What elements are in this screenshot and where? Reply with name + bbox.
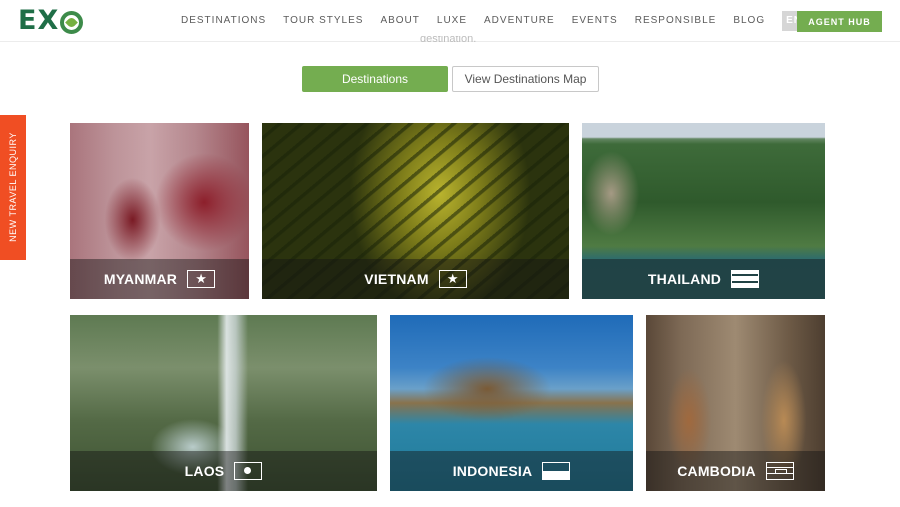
- destination-name: THAILAND: [647, 271, 722, 287]
- card-label-bar: CAMBODIA: [646, 451, 825, 491]
- destination-card-indonesia[interactable]: INDONESIA: [390, 315, 633, 491]
- destination-card-cambodia[interactable]: CAMBODIA: [646, 315, 825, 491]
- destination-name: VIETNAM: [364, 271, 429, 287]
- star-flag-icon: [187, 270, 216, 288]
- destination-card-thailand[interactable]: THAILAND: [582, 123, 825, 299]
- nav-about[interactable]: ABOUT: [380, 11, 419, 31]
- destination-card-laos[interactable]: LAOS: [70, 315, 377, 491]
- destination-card-vietnam[interactable]: VIETNAM: [262, 123, 569, 299]
- nav-events[interactable]: EVENTS: [572, 11, 618, 31]
- agent-hub-button[interactable]: AGENT HUB: [797, 11, 882, 32]
- card-label-bar: THAILAND: [582, 259, 825, 299]
- striped-flag-icon: [731, 270, 760, 288]
- star-flag-icon: [438, 270, 467, 288]
- dot-flag-icon: [234, 462, 263, 480]
- tab-destinations-map[interactable]: View Destinations Map: [452, 66, 599, 92]
- main-nav: DESTINATIONS TOUR STYLES ABOUT LUXE ADVE…: [181, 11, 884, 31]
- destination-name: LAOS: [184, 463, 225, 479]
- destination-name: INDONESIA: [452, 463, 533, 479]
- nav-tour-styles[interactable]: TOUR STYLES: [283, 11, 363, 31]
- logo-leaf-icon: [60, 10, 84, 34]
- nav-luxe[interactable]: LUXE: [437, 11, 467, 31]
- nav-responsible[interactable]: RESPONSIBLE: [635, 11, 717, 31]
- side-tab-label: NEW TRAVEL ENQUIRY: [8, 132, 18, 242]
- card-label-bar: LAOS: [70, 451, 377, 491]
- new-travel-enquiry-tab[interactable]: NEW TRAVEL ENQUIRY: [0, 115, 26, 260]
- nav-blog[interactable]: BLOG: [733, 11, 765, 31]
- temple-flag-icon: [765, 462, 794, 480]
- destination-name: MYANMAR: [103, 271, 178, 287]
- page: EX DESTINATIONS TOUR STYLES ABOUT LUXE A…: [0, 0, 900, 507]
- card-label-bar: MYANMAR: [70, 259, 249, 299]
- card-label-bar: INDONESIA: [390, 451, 633, 491]
- nav-destinations[interactable]: DESTINATIONS: [181, 11, 266, 31]
- logo-text: EX: [18, 5, 60, 36]
- nav-adventure[interactable]: ADVENTURE: [484, 11, 555, 31]
- exo-logo[interactable]: EX: [18, 5, 84, 36]
- card-label-bar: VIETNAM: [262, 259, 569, 299]
- partial-heading-text: destination.: [420, 36, 477, 44]
- destination-card-myanmar[interactable]: MYANMAR: [70, 123, 249, 299]
- bicolor-flag-icon: [542, 462, 571, 480]
- tab-destinations[interactable]: Destinations: [302, 66, 448, 92]
- destination-name: CAMBODIA: [677, 463, 756, 479]
